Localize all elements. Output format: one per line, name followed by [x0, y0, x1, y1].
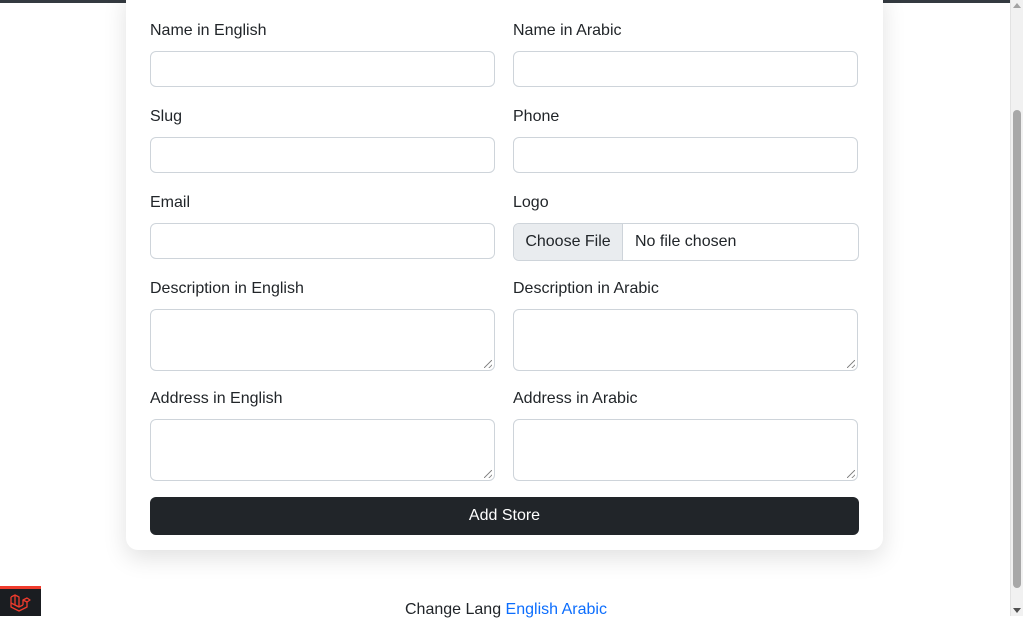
laravel-badge-inner	[0, 589, 41, 616]
scroll-down-arrow-icon[interactable]	[1013, 608, 1021, 613]
name-ar-input[interactable]	[513, 51, 858, 87]
email-label: Email	[150, 194, 191, 211]
slug-label: Slug	[150, 108, 183, 125]
change-lang-label: Change Lang	[405, 601, 502, 618]
language-switcher: Change Lang English Arabic	[405, 600, 607, 620]
logo-label: Logo	[513, 194, 549, 211]
address-ar-textarea[interactable]	[513, 419, 858, 481]
add-store-button[interactable]: Add Store	[150, 497, 859, 535]
description-ar-label: Description in Arabic	[513, 280, 659, 297]
choose-file-button[interactable]: Choose File	[514, 224, 623, 260]
address-en-textarea[interactable]	[150, 419, 495, 481]
description-ar-textarea[interactable]	[513, 309, 858, 371]
file-status-text: No file chosen	[635, 233, 737, 250]
description-en-label: Description in English	[150, 280, 304, 297]
resize-handle-icon[interactable]	[484, 360, 492, 368]
laravel-debugbar-badge[interactable]	[0, 586, 41, 616]
resize-handle-icon[interactable]	[847, 360, 855, 368]
laravel-logo-icon	[10, 594, 31, 612]
logo-file-input[interactable]: Choose File No file chosen	[513, 223, 859, 261]
scroll-thumb[interactable]	[1013, 110, 1021, 588]
address-en-label: Address in English	[150, 390, 283, 407]
phone-input[interactable]	[513, 137, 858, 173]
page-scrollbar[interactable]	[1010, 0, 1023, 616]
name-ar-label: Name in Arabic	[513, 22, 622, 39]
scroll-up-arrow-icon[interactable]	[1013, 3, 1021, 8]
name-en-label: Name in English	[150, 22, 267, 39]
lang-english-link[interactable]: English	[506, 601, 558, 618]
address-ar-label: Address in Arabic	[513, 390, 638, 407]
lang-arabic-link[interactable]: Arabic	[562, 601, 607, 618]
resize-handle-icon[interactable]	[484, 470, 492, 478]
description-en-textarea[interactable]	[150, 309, 495, 371]
email-input[interactable]	[150, 223, 495, 259]
slug-input[interactable]	[150, 137, 495, 173]
name-en-input[interactable]	[150, 51, 495, 87]
phone-label: Phone	[513, 108, 560, 125]
resize-handle-icon[interactable]	[847, 470, 855, 478]
